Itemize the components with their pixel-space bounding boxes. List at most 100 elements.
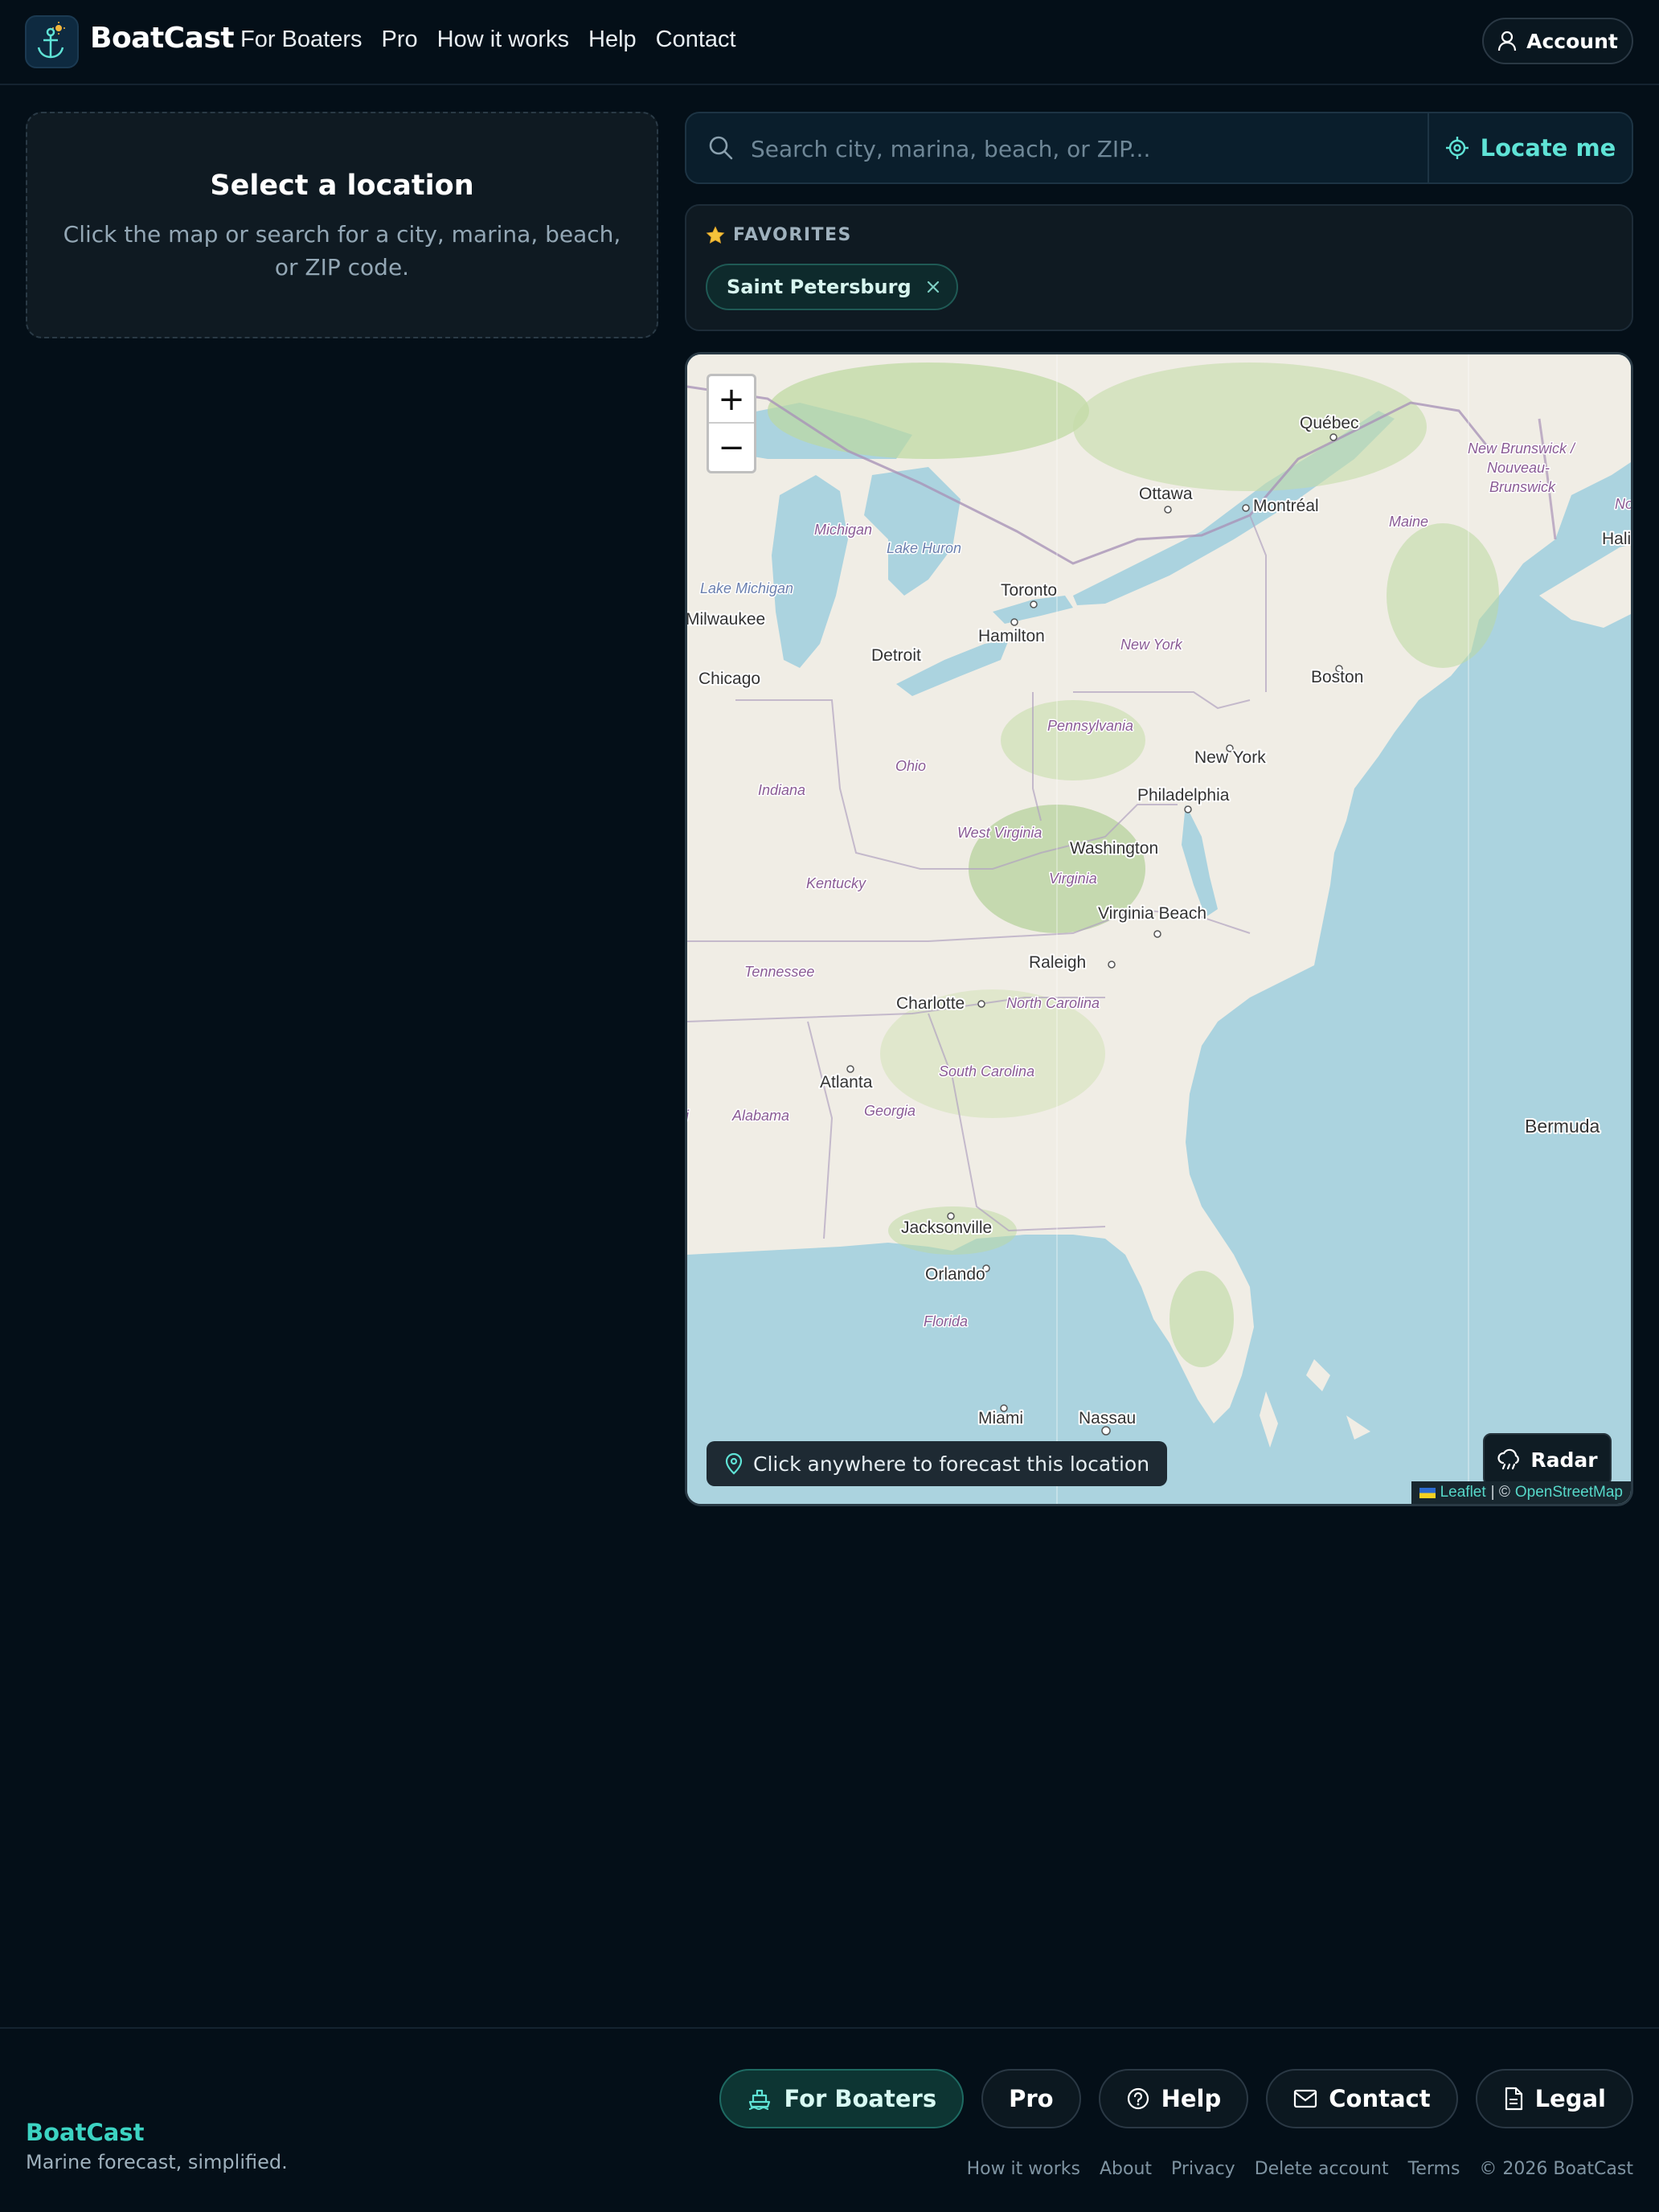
footer-contact-button[interactable]: Contact (1266, 2069, 1458, 2128)
map-label-chicago: Chicago (698, 670, 760, 688)
footer-pro-button[interactable]: Pro (981, 2069, 1081, 2128)
map-label-montreal: Montréal (1253, 497, 1319, 515)
locate-me-label: Locate me (1480, 134, 1616, 162)
favorite-chip[interactable]: Saint Petersburg (706, 264, 958, 310)
map-label-florida: Florida (924, 1313, 968, 1329)
favorites-header: FAVORITES (706, 225, 852, 245)
boat-icon (749, 2089, 771, 2111)
search-icon (709, 136, 733, 160)
map-label-new-brunswick: New Brunswick / (1468, 440, 1576, 457)
footer-for-boaters-button[interactable]: For Boaters (719, 2069, 965, 2128)
map-label-ohio: Ohio (895, 758, 926, 774)
map-label-tennessee: Tennessee (744, 964, 814, 980)
zoom-in-button[interactable]: + (709, 376, 754, 424)
footer-copyright: © 2026 BoatCast (1479, 2159, 1633, 2179)
nav-help[interactable]: Help (588, 27, 637, 53)
favorites-panel: FAVORITES Saint Petersburg (685, 204, 1633, 331)
crosshair-icon (1445, 137, 1469, 159)
help-circle-icon (1127, 2087, 1149, 2110)
zoom-control: + − (707, 374, 756, 473)
map-hint-text: Click anywhere to forecast this location (753, 1452, 1150, 1476)
map-attribution: Leaflet | © OpenStreetMap (1411, 1481, 1631, 1504)
search-input[interactable] (751, 129, 1394, 168)
footer-help-button[interactable]: Help (1098, 2069, 1249, 2128)
map-label-kentucky: Kentucky (806, 875, 866, 891)
map-label-miami: Miami (978, 1409, 1023, 1428)
map-tiles[interactable]: Québec Ottawa Montréal Toronto Hamilton … (687, 354, 1633, 1506)
ukraine-flag-icon (1419, 1487, 1436, 1498)
footer-link-how-it-works[interactable]: How it works (967, 2159, 1080, 2179)
footer-legal-button[interactable]: Legal (1475, 2069, 1633, 2128)
account-label: Account (1526, 29, 1618, 53)
footer-link-terms[interactable]: Terms (1408, 2159, 1460, 2179)
brand-name[interactable]: BoatCast (90, 22, 235, 55)
radar-label: Radar (1530, 1448, 1598, 1472)
location-search-bar: Locate me (685, 112, 1633, 184)
star-icon (706, 225, 725, 244)
footer-help-label: Help (1161, 2085, 1222, 2112)
account-button[interactable]: Account (1482, 18, 1633, 64)
empty-state-card: Select a location Click the map or searc… (26, 112, 658, 338)
map-label-michigan: Michigan (814, 522, 872, 538)
leaflet-link[interactable]: Leaflet (1440, 1484, 1486, 1501)
map-label-halifax: Halifa (1602, 530, 1633, 548)
map-label-brunswick: Brunswick (1489, 479, 1556, 495)
nav-how-it-works[interactable]: How it works (437, 27, 569, 53)
document-icon (1505, 2087, 1522, 2111)
nav-pro[interactable]: Pro (382, 27, 418, 53)
attribution-separator: | © (1490, 1484, 1510, 1501)
map-hint: Click anywhere to forecast this location (707, 1441, 1168, 1486)
map-label-alabama: Alabama (731, 1108, 789, 1124)
map-label-washington: Washington (1070, 839, 1158, 858)
empty-state-description: Click the map or search for a city, mari… (63, 221, 621, 281)
map-label-hamilton: Hamilton (978, 627, 1045, 645)
map-label-maine: Maine (1389, 514, 1428, 530)
footer-link-privacy[interactable]: Privacy (1171, 2159, 1235, 2179)
map-label-nova-scotia: No (1615, 496, 1633, 512)
nav-contact[interactable]: Contact (656, 27, 736, 53)
footer-tagline: Marine forecast, simplified. (26, 2151, 288, 2173)
footer-pro-label: Pro (1009, 2085, 1054, 2112)
site-footer: BoatCast Marine forecast, simplified. Fo… (0, 2027, 1659, 2212)
empty-state-title: Select a location (210, 170, 474, 202)
footer-brand[interactable]: BoatCast (26, 2119, 144, 2146)
map-label-ottawa: Ottawa (1139, 485, 1193, 503)
map-label-atlanta: Atlanta (820, 1073, 873, 1092)
map-label-raleigh: Raleigh (1029, 953, 1086, 972)
map-label-charlotte: Charlotte (896, 994, 965, 1013)
footer-links: How it works About Privacy Delete accoun… (967, 2159, 1633, 2179)
main-nav: For Boaters Pro How it works Help Contac… (240, 27, 736, 53)
map-label-milwaukee: Milwaukee (687, 610, 765, 629)
map-label-jacksonville: Jacksonville (901, 1219, 992, 1237)
map-label-lake-huron: Lake Huron (887, 540, 961, 556)
locate-me-button[interactable]: Locate me (1428, 113, 1632, 182)
radar-button[interactable]: Radar (1483, 1433, 1612, 1486)
footer-link-about[interactable]: About (1100, 2159, 1152, 2179)
nav-for-boaters[interactable]: For Boaters (240, 27, 363, 53)
footer-link-delete-account[interactable]: Delete account (1255, 2159, 1389, 2179)
map-label-indiana: Indiana (758, 782, 805, 798)
map-label-detroit: Detroit (871, 646, 921, 665)
top-header: BoatCast For Boaters Pro How it works He… (0, 0, 1659, 85)
favorite-chip-label: Saint Petersburg (727, 276, 911, 298)
cloud-rain-icon (1497, 1448, 1520, 1470)
footer-legal-label: Legal (1534, 2085, 1606, 2112)
footer-buttons: For Boaters Pro Help Contact Legal (719, 2069, 1633, 2128)
map-label-west-virginia: West Virginia (957, 825, 1042, 841)
map-view[interactable]: Québec Ottawa Montréal Toronto Hamilton … (685, 352, 1633, 1506)
close-icon[interactable] (926, 280, 940, 294)
boatcast-logo-icon[interactable] (25, 15, 79, 68)
map-label-lake-michigan: Lake Michigan (700, 580, 793, 596)
map-label-bermuda: Bermuda (1525, 1116, 1600, 1137)
map-label-nassau: Nassau (1079, 1409, 1136, 1428)
map-label-south-carolina: South Carolina (939, 1063, 1034, 1079)
map-pin-icon (725, 1452, 743, 1475)
map-label-quebec: Québec (1300, 414, 1359, 432)
footer-for-boaters-label: For Boaters (784, 2085, 937, 2112)
favorites-heading: FAVORITES (733, 225, 852, 245)
user-icon (1498, 31, 1517, 51)
map-label-north-carolina: North Carolina (1006, 995, 1100, 1011)
openstreetmap-link[interactable]: OpenStreetMap (1515, 1484, 1623, 1501)
map-label-virginia-beach: Virginia Beach (1098, 904, 1206, 923)
zoom-out-button[interactable]: − (709, 424, 754, 471)
